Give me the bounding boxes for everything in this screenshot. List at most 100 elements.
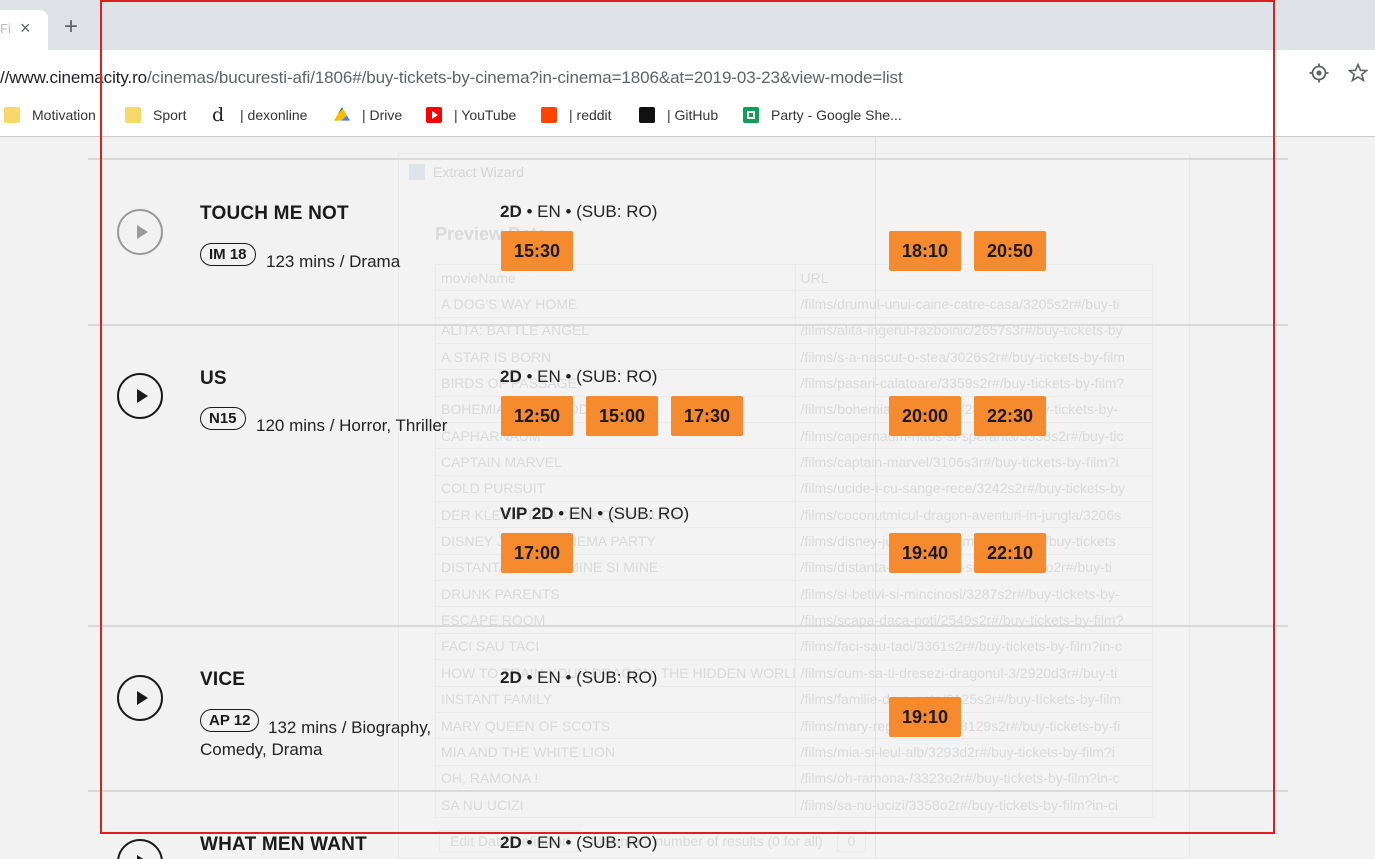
- format-label: 2D • EN • (SUB: RO): [500, 202, 658, 221]
- showtime-button[interactable]: 17:00: [501, 533, 573, 573]
- url-cell: /films/coconutmicul-dragon-aventuri-in-j…: [794, 501, 1154, 529]
- row-divider: [88, 324, 1288, 326]
- max-results-input[interactable]: 0: [836, 830, 867, 852]
- movie-name-cell: DISNEY JUNIOR CINEMA PARTY: [435, 527, 796, 555]
- format-label: 2D • EN • (SUB: RO): [500, 833, 658, 852]
- movie-title[interactable]: WHAT MEN WANT: [200, 834, 367, 856]
- play-trailer-button[interactable]: [117, 839, 163, 859]
- url-cell: /films/mary-regina-scotiei/3129s2r#/buy-…: [794, 711, 1154, 740]
- tab-title: Fi: [0, 21, 11, 36]
- url-cell: /films/oh-ramona-/3323o2r#/buy-tickets-b…: [794, 764, 1154, 792]
- url-path: /cinemas/bucuresti-afi/1806#/buy-tickets…: [147, 68, 903, 87]
- tab-strip: Fi × +: [0, 0, 1375, 50]
- bookmark-motivation[interactable]: Motivation: [4, 105, 96, 125]
- movie-name-cell: CAPTAIN MARVEL: [435, 448, 796, 476]
- showtime-button[interactable]: 20:00: [889, 396, 961, 436]
- movie-name-cell: FACI SAU TACI: [435, 632, 796, 661]
- url-cell: /films/captain-marvel/3106s3r#/buy-ticke…: [794, 448, 1154, 476]
- movie-name-cell: ALITA: BATTLE ANGEL: [435, 316, 796, 345]
- movie-name-cell: DRUNK PARENTS: [435, 580, 796, 608]
- showtime-button[interactable]: 19:40: [889, 533, 961, 573]
- showtime-button[interactable]: 18:10: [889, 231, 961, 271]
- format-label: 2D • EN • (SUB: RO): [500, 668, 658, 687]
- new-tab-icon[interactable]: +: [64, 15, 78, 39]
- bookmark-github[interactable]: | GitHub: [639, 105, 718, 125]
- bookmark-sport[interactable]: Sport: [125, 105, 186, 125]
- table-row: SA NU UCIZI/films/sa-nu-ucizi/3358o2r#/b…: [435, 790, 1154, 819]
- star-icon[interactable]: [1348, 63, 1368, 83]
- table-row: FACI SAU TACI/films/faci-sau-taci/3361s2…: [435, 632, 1154, 661]
- url-cell: /films/s-a-nascut-o-stea/3026s2r#/buy-ti…: [794, 343, 1154, 371]
- bookmark-label: | GitHub: [667, 107, 719, 123]
- bookmark-youtube[interactable]: | YouTube: [426, 105, 516, 125]
- row-divider: [88, 790, 1288, 792]
- drive-icon: [334, 107, 350, 121]
- bookmark-label: Motivation: [32, 107, 96, 123]
- row-divider: [88, 625, 1288, 627]
- table-row: INSTANT FAMILY/films/familie-de-a-gata/3…: [435, 685, 1154, 713]
- bookmark-label: | reddit: [569, 107, 612, 123]
- bookmarks-bar: Motivation Sport d | dexonline | Drive | …: [0, 95, 1375, 137]
- url-cell: /films/sa-nu-ucizi/3358o2r#/buy-tickets-…: [794, 790, 1154, 819]
- showtime-button[interactable]: 15:00: [586, 396, 658, 436]
- bookmark-drive[interactable]: | Drive: [334, 105, 402, 125]
- url-cell: /films/scapa-daca-poti/2549s2r#/buy-tick…: [794, 606, 1154, 634]
- movie-title[interactable]: US: [200, 368, 227, 390]
- showtime-button[interactable]: 17:30: [671, 396, 743, 436]
- table-row: OH, RAMONA !/films/oh-ramona-/3323o2r#/b…: [435, 764, 1154, 792]
- bookmark-party-sheet[interactable]: Party - Google She...: [743, 105, 902, 125]
- movie-title[interactable]: VICE: [200, 669, 245, 691]
- age-rating-badge: N15: [200, 407, 246, 430]
- play-trailer-button[interactable]: [117, 675, 163, 721]
- location-icon[interactable]: [1309, 63, 1329, 83]
- table-row: A DOG'S WAY HOME/films/drumul-unui-caine…: [435, 290, 1154, 318]
- movie-title[interactable]: TOUCH ME NOT: [200, 203, 349, 225]
- wizard-title: Extract Wizard: [409, 164, 524, 180]
- play-trailer-button[interactable]: [117, 209, 163, 255]
- movie-name-cell: ESCAPE ROOM: [435, 606, 796, 634]
- showtime-button[interactable]: 20:50: [974, 231, 1046, 271]
- bookmark-label: Sport: [153, 107, 187, 123]
- movie-name-cell: OH, RAMONA !: [435, 764, 796, 792]
- showtime-button[interactable]: 19:10: [889, 697, 961, 737]
- movie-name-cell: SA NU UCIZI: [435, 790, 796, 819]
- address-bar: //www.cinemacity.ro/cinemas/bucuresti-af…: [0, 50, 1375, 95]
- browser-tab[interactable]: Fi ×: [0, 10, 48, 50]
- omnibox[interactable]: //www.cinemacity.ro/cinemas/bucuresti-af…: [0, 54, 1290, 92]
- age-rating-badge: IM 18: [200, 243, 256, 266]
- table-row: DRUNK PARENTS/films/si-betivi-si-mincino…: [435, 580, 1154, 608]
- bookmark-dexonline[interactable]: d | dexonline: [212, 105, 307, 125]
- showtime-button[interactable]: 15:30: [501, 231, 573, 271]
- folder-icon: [125, 107, 141, 123]
- movie-name-cell: MIA AND THE WHITE LION: [435, 738, 796, 766]
- bookmark-label: | dexonline: [240, 107, 308, 123]
- table-row: ALITA: BATTLE ANGEL/films/alita-ingerul-…: [435, 316, 1154, 345]
- movie-name-cell: MARY QUEEN OF SCOTS: [435, 711, 796, 740]
- movie-meta: 120 mins / Horror, Thriller: [256, 416, 448, 435]
- row-divider: [88, 158, 1288, 160]
- movie-meta-continued: Comedy, Drama: [200, 740, 323, 759]
- column-header: movieName: [435, 263, 796, 292]
- url-cell: /films/mia-si-leul-alb/3293d2r#/buy-tick…: [794, 738, 1154, 766]
- url-text[interactable]: //www.cinemacity.ro/cinemas/bucuresti-af…: [0, 68, 903, 88]
- showtime-button[interactable]: 22:30: [974, 396, 1046, 436]
- movie-name-cell: A STAR IS BORN: [435, 343, 796, 371]
- play-trailer-button[interactable]: [117, 373, 163, 419]
- movie-meta: 132 mins / Biography,: [268, 718, 432, 737]
- movie-name-cell: A DOG'S WAY HOME: [435, 290, 796, 318]
- screen: Fi × + //www.cinemacity.ro/cinemas/bucur…: [0, 0, 1375, 859]
- sheets-icon: [743, 107, 759, 123]
- bookmark-reddit[interactable]: | reddit: [541, 105, 612, 125]
- table-row: MIA AND THE WHITE LION/films/mia-si-leul…: [435, 738, 1154, 766]
- showtime-button[interactable]: 22:10: [974, 533, 1046, 573]
- showtime-button[interactable]: 12:50: [501, 396, 573, 436]
- youtube-icon: [426, 107, 442, 123]
- dexonline-icon: d: [212, 104, 225, 126]
- url-cell: /films/familie-de-a-gata/3125s2r#/buy-ti…: [794, 685, 1154, 713]
- format-label: 2D • EN • (SUB: RO): [500, 367, 658, 386]
- close-icon[interactable]: ×: [20, 18, 31, 39]
- table-row: ESCAPE ROOM/films/scapa-daca-poti/2549s2…: [435, 606, 1154, 634]
- format-label: VIP 2D • EN • (SUB: RO): [500, 504, 690, 523]
- url-cell: /films/pasari-calatoare/3359s2r#/buy-tic…: [794, 369, 1154, 397]
- age-rating-badge: AP 12: [200, 709, 260, 732]
